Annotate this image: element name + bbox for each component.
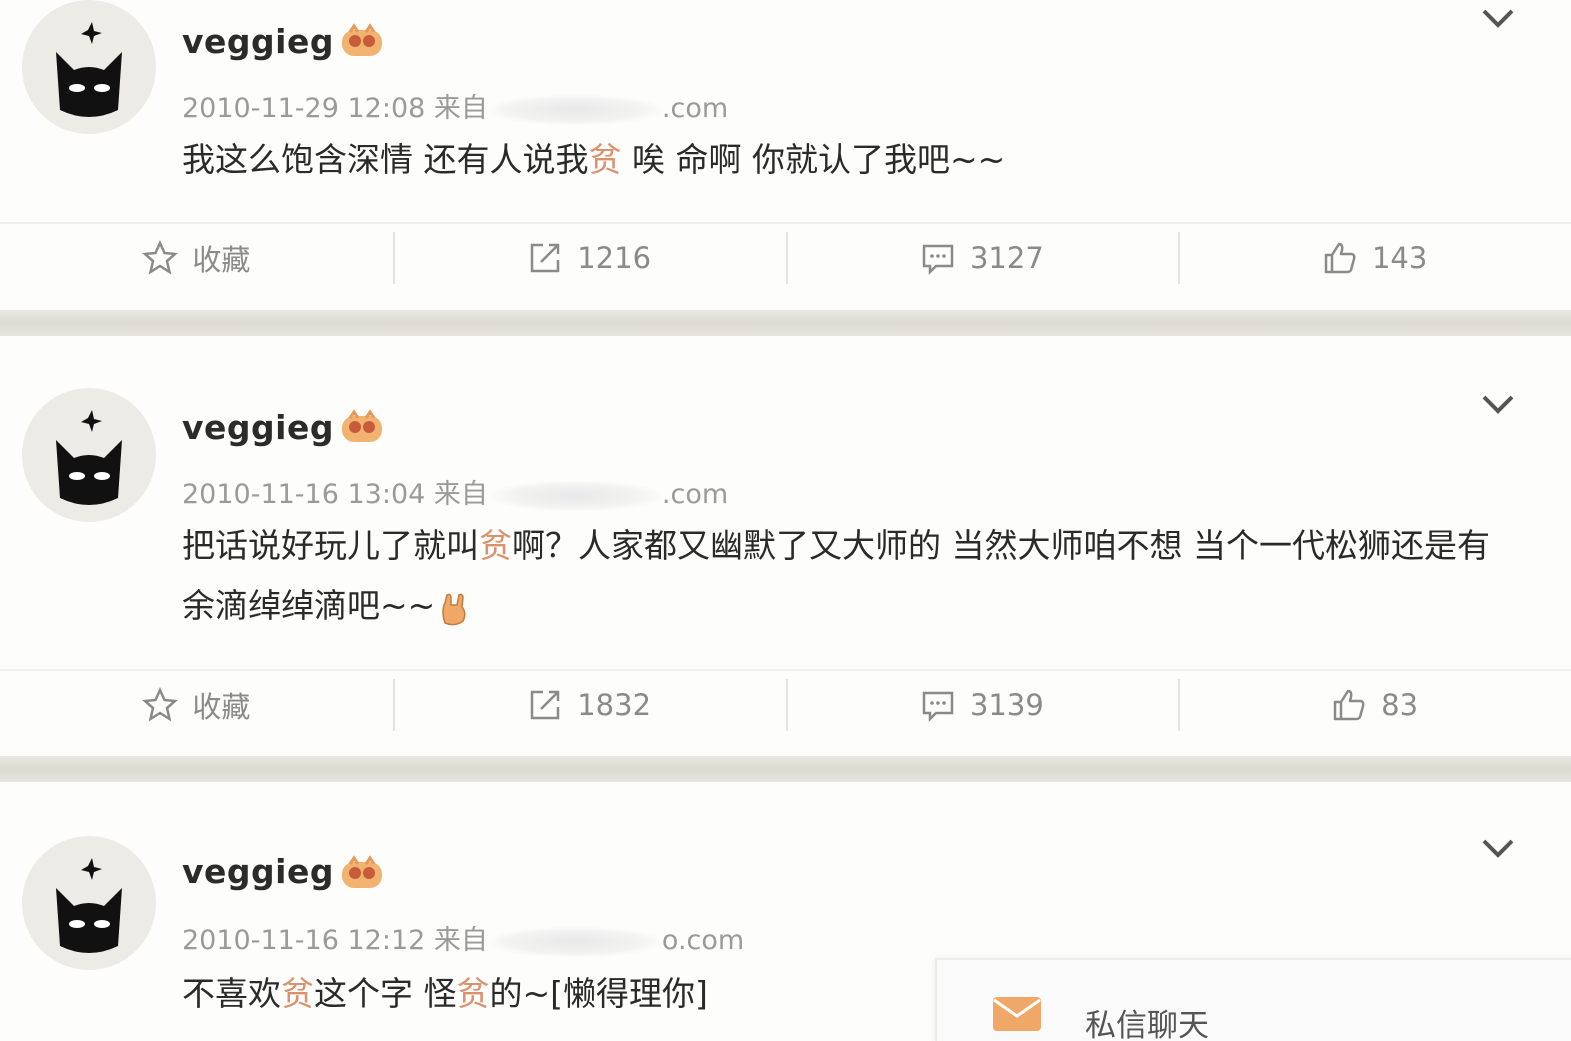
source-prefix: 来自: [433, 479, 488, 510]
post-content: 把话说好玩儿了就叫贫啊？人家都又幽默了又大师的 当然大师咱不想 当个一代松狮还是…: [182, 516, 1521, 636]
repost-button[interactable]: 1832: [392, 671, 786, 739]
repost-icon: [530, 243, 560, 273]
blurred-source: [489, 480, 660, 511]
like-count: 83: [1381, 688, 1419, 722]
content-text: 这个字 怪: [314, 974, 457, 1013]
post-2: veggieg 2010-11-16 13:04 来自 .com 把话说好玩儿了就…: [0, 336, 1571, 756]
private-message-label: 私信聊天: [1085, 1008, 1209, 1041]
content-text: 我这么饱含深情 还有人说我: [182, 140, 589, 179]
repost-count: 1832: [577, 688, 652, 722]
thumbs-up-icon: [1333, 689, 1365, 721]
content-text: 的~[懒得理你]: [489, 974, 708, 1013]
avatar[interactable]: [22, 388, 156, 522]
blurred-source: [489, 94, 660, 125]
username[interactable]: veggieg: [182, 408, 334, 447]
post-separator: [0, 310, 1571, 336]
comment-count: 3127: [969, 241, 1044, 275]
blurred-source: [489, 926, 660, 957]
post-meta: 2010-11-16 13:04 来自 .com: [182, 472, 728, 511]
private-message-bar[interactable]: 私信聊天: [935, 958, 1571, 1041]
post-content: 我这么饱含深情 还有人说我贫 唉 命啊 你就认了我吧~~: [182, 130, 1531, 190]
avatar[interactable]: [22, 836, 156, 970]
action-bar: 收藏 1216 3127 143: [0, 222, 1571, 292]
post-1: veggieg 2010-11-29 12:08 来自 .com 我这么饱含深情 …: [0, 0, 1571, 310]
username[interactable]: veggieg: [182, 22, 334, 61]
chevron-down-icon[interactable]: [1481, 6, 1515, 30]
vip-badge-icon: [342, 23, 382, 56]
comment-button[interactable]: 3139: [785, 671, 1179, 739]
favorite-label: 收藏: [192, 690, 251, 724]
action-bar: 收藏 1832 3139 83: [0, 669, 1571, 739]
rock-hand-emoji-icon: [442, 593, 466, 625]
source-prefix: 来自: [433, 925, 488, 956]
repost-button[interactable]: 1216: [392, 224, 786, 292]
repost-count: 1216: [577, 241, 652, 275]
source-suffix: o.com: [661, 925, 745, 956]
comment-icon: [922, 244, 954, 276]
chevron-down-icon[interactable]: [1481, 836, 1515, 860]
vip-badge-icon: [342, 855, 382, 888]
content-text: 唉 命啊 你就认了我吧~~: [621, 140, 1006, 179]
comment-count: 3139: [969, 688, 1044, 722]
star-icon: [142, 687, 179, 722]
favorite-button[interactable]: 收藏: [0, 224, 393, 292]
avatar[interactable]: [22, 0, 156, 134]
post-meta: 2010-11-29 12:08 来自 .com: [182, 86, 728, 125]
source-prefix: 来自: [433, 93, 488, 124]
chevron-down-icon[interactable]: [1481, 392, 1515, 416]
content-highlight: 贫: [281, 974, 314, 1013]
content-highlight: 贫: [588, 140, 622, 179]
content-highlight: 贫: [479, 526, 512, 565]
like-button[interactable]: 143: [1178, 224, 1571, 292]
username[interactable]: veggieg: [182, 852, 334, 891]
content-highlight: 贫: [456, 974, 490, 1013]
comment-button[interactable]: 3127: [785, 224, 1179, 292]
content-text: 不喜欢: [182, 974, 281, 1013]
post-meta: 2010-11-16 12:12 来自 o.com: [182, 918, 744, 957]
like-button[interactable]: 83: [1178, 671, 1571, 739]
timestamp[interactable]: 2010-11-29 12:08: [182, 93, 425, 124]
source-suffix: .com: [661, 479, 729, 510]
post-separator: [0, 756, 1571, 782]
timestamp[interactable]: 2010-11-16 13:04: [182, 479, 425, 510]
vip-badge-icon: [342, 409, 382, 442]
timestamp[interactable]: 2010-11-16 12:12: [182, 925, 425, 956]
favorite-button[interactable]: 收藏: [0, 671, 393, 739]
source-suffix: .com: [661, 93, 729, 124]
like-count: 143: [1371, 241, 1428, 275]
repost-icon: [530, 690, 560, 720]
favorite-label: 收藏: [192, 243, 251, 277]
star-icon: [142, 240, 179, 275]
comment-icon: [922, 691, 954, 723]
content-text: 把话说好玩儿了就叫: [182, 526, 479, 565]
envelope-icon: [993, 997, 1041, 1031]
thumbs-up-icon: [1324, 242, 1356, 274]
